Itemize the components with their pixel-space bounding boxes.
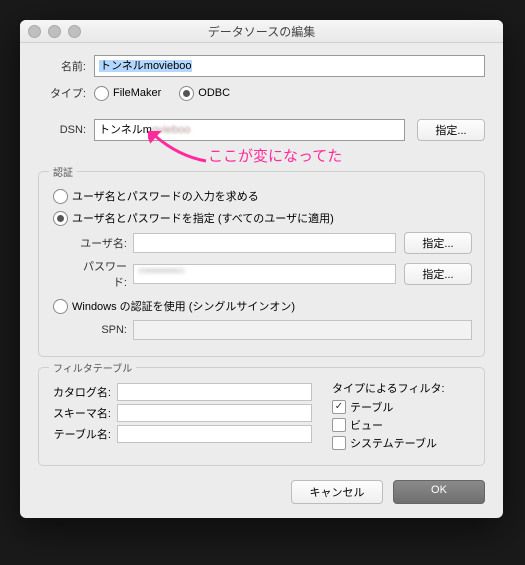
radio-icon: [53, 189, 68, 204]
password-label: パスワード:: [71, 258, 127, 290]
auth-group-title: 認証: [49, 164, 77, 179]
filter-group: フィルタテーブル カタログ名: スキーマ名: テーブル名:: [38, 367, 485, 466]
ok-button[interactable]: OK: [393, 480, 485, 504]
schema-label: スキーマ名:: [51, 405, 111, 421]
name-label: 名前:: [38, 58, 86, 74]
checkbox-icon: [332, 400, 346, 414]
radio-icon: [179, 86, 194, 101]
schema-input[interactable]: [117, 404, 312, 422]
dsn-label: DSN:: [38, 124, 86, 136]
radio-icon: [94, 86, 109, 101]
checkbox-icon: [332, 436, 346, 450]
filter-check-table[interactable]: テーブル: [332, 399, 472, 415]
type-label: タイプ:: [38, 85, 86, 101]
spn-input: [133, 320, 472, 340]
dialog-content: 名前: トンネルmovieboo タイプ: FileMaker ODBC DSN…: [20, 43, 503, 518]
table-input[interactable]: [117, 425, 312, 443]
auth-radio-prompt[interactable]: ユーザ名とパスワードの入力を求める: [53, 188, 472, 204]
name-input[interactable]: トンネルmovieboo: [94, 55, 485, 77]
catalog-label: カタログ名:: [51, 384, 111, 400]
annotation-text: ここが変になってた: [208, 145, 342, 166]
type-radio-filemaker[interactable]: FileMaker: [94, 86, 161, 101]
auth-radio-windows[interactable]: Windows の認証を使用 (シングルサインオン): [53, 298, 472, 314]
filter-check-view[interactable]: ビュー: [332, 417, 472, 433]
auth-group: 認証 ユーザ名とパスワードの入力を求める ユーザ名とパスワードを指定 (すべての…: [38, 171, 485, 357]
filter-group-title: フィルタテーブル: [49, 360, 136, 375]
checkbox-icon: [332, 418, 346, 432]
window-title: データソースの編集: [20, 23, 503, 40]
dsn-value: トンネルmovieboo: [99, 124, 191, 136]
cancel-button[interactable]: キャンセル: [291, 480, 383, 504]
spn-label: SPN:: [71, 324, 127, 336]
filter-check-system[interactable]: システムテーブル: [332, 435, 472, 451]
table-label: テーブル名:: [51, 426, 111, 442]
titlebar: データソースの編集: [20, 20, 503, 43]
type-radio-odbc[interactable]: ODBC: [179, 86, 230, 101]
password-specify-button[interactable]: 指定...: [404, 263, 472, 285]
radio-icon: [53, 211, 68, 226]
username-label: ユーザ名:: [71, 235, 127, 251]
dsn-specify-button[interactable]: 指定...: [417, 119, 485, 141]
dialog-window: データソースの編集 名前: トンネルmovieboo タイプ: FileMake…: [20, 20, 503, 518]
name-value-selected: トンネルmovieboo: [99, 60, 192, 72]
username-input[interactable]: [133, 233, 396, 253]
catalog-input[interactable]: [117, 383, 312, 401]
auth-radio-specify[interactable]: ユーザ名とパスワードを指定 (すべてのユーザに適用): [53, 210, 472, 226]
password-input[interactable]: <••••••••••>: [133, 264, 396, 284]
filter-type-title: タイプによるフィルタ:: [332, 380, 472, 396]
radio-icon: [53, 299, 68, 314]
dsn-input[interactable]: トンネルmovieboo: [94, 119, 405, 141]
username-specify-button[interactable]: 指定...: [404, 232, 472, 254]
